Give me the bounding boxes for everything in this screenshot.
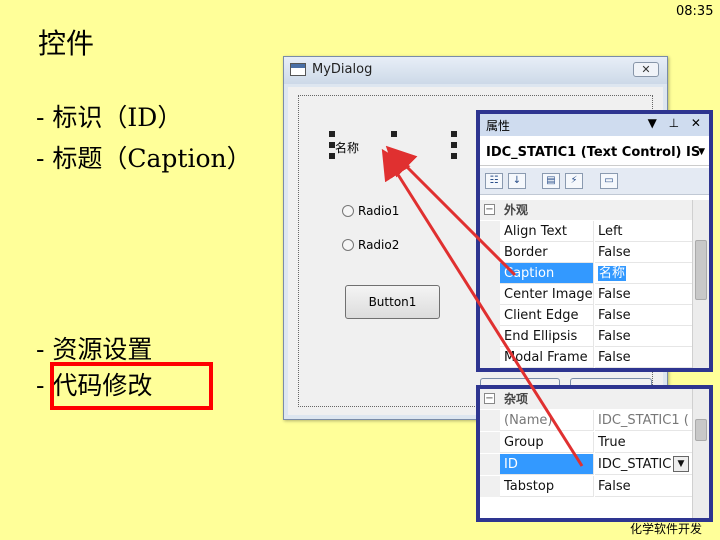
annotation-arrows	[381, 145, 584, 467]
arrow-id	[381, 148, 584, 467]
arrow-caption	[385, 145, 517, 277]
footer-text: 化学软件开发	[630, 522, 703, 536]
